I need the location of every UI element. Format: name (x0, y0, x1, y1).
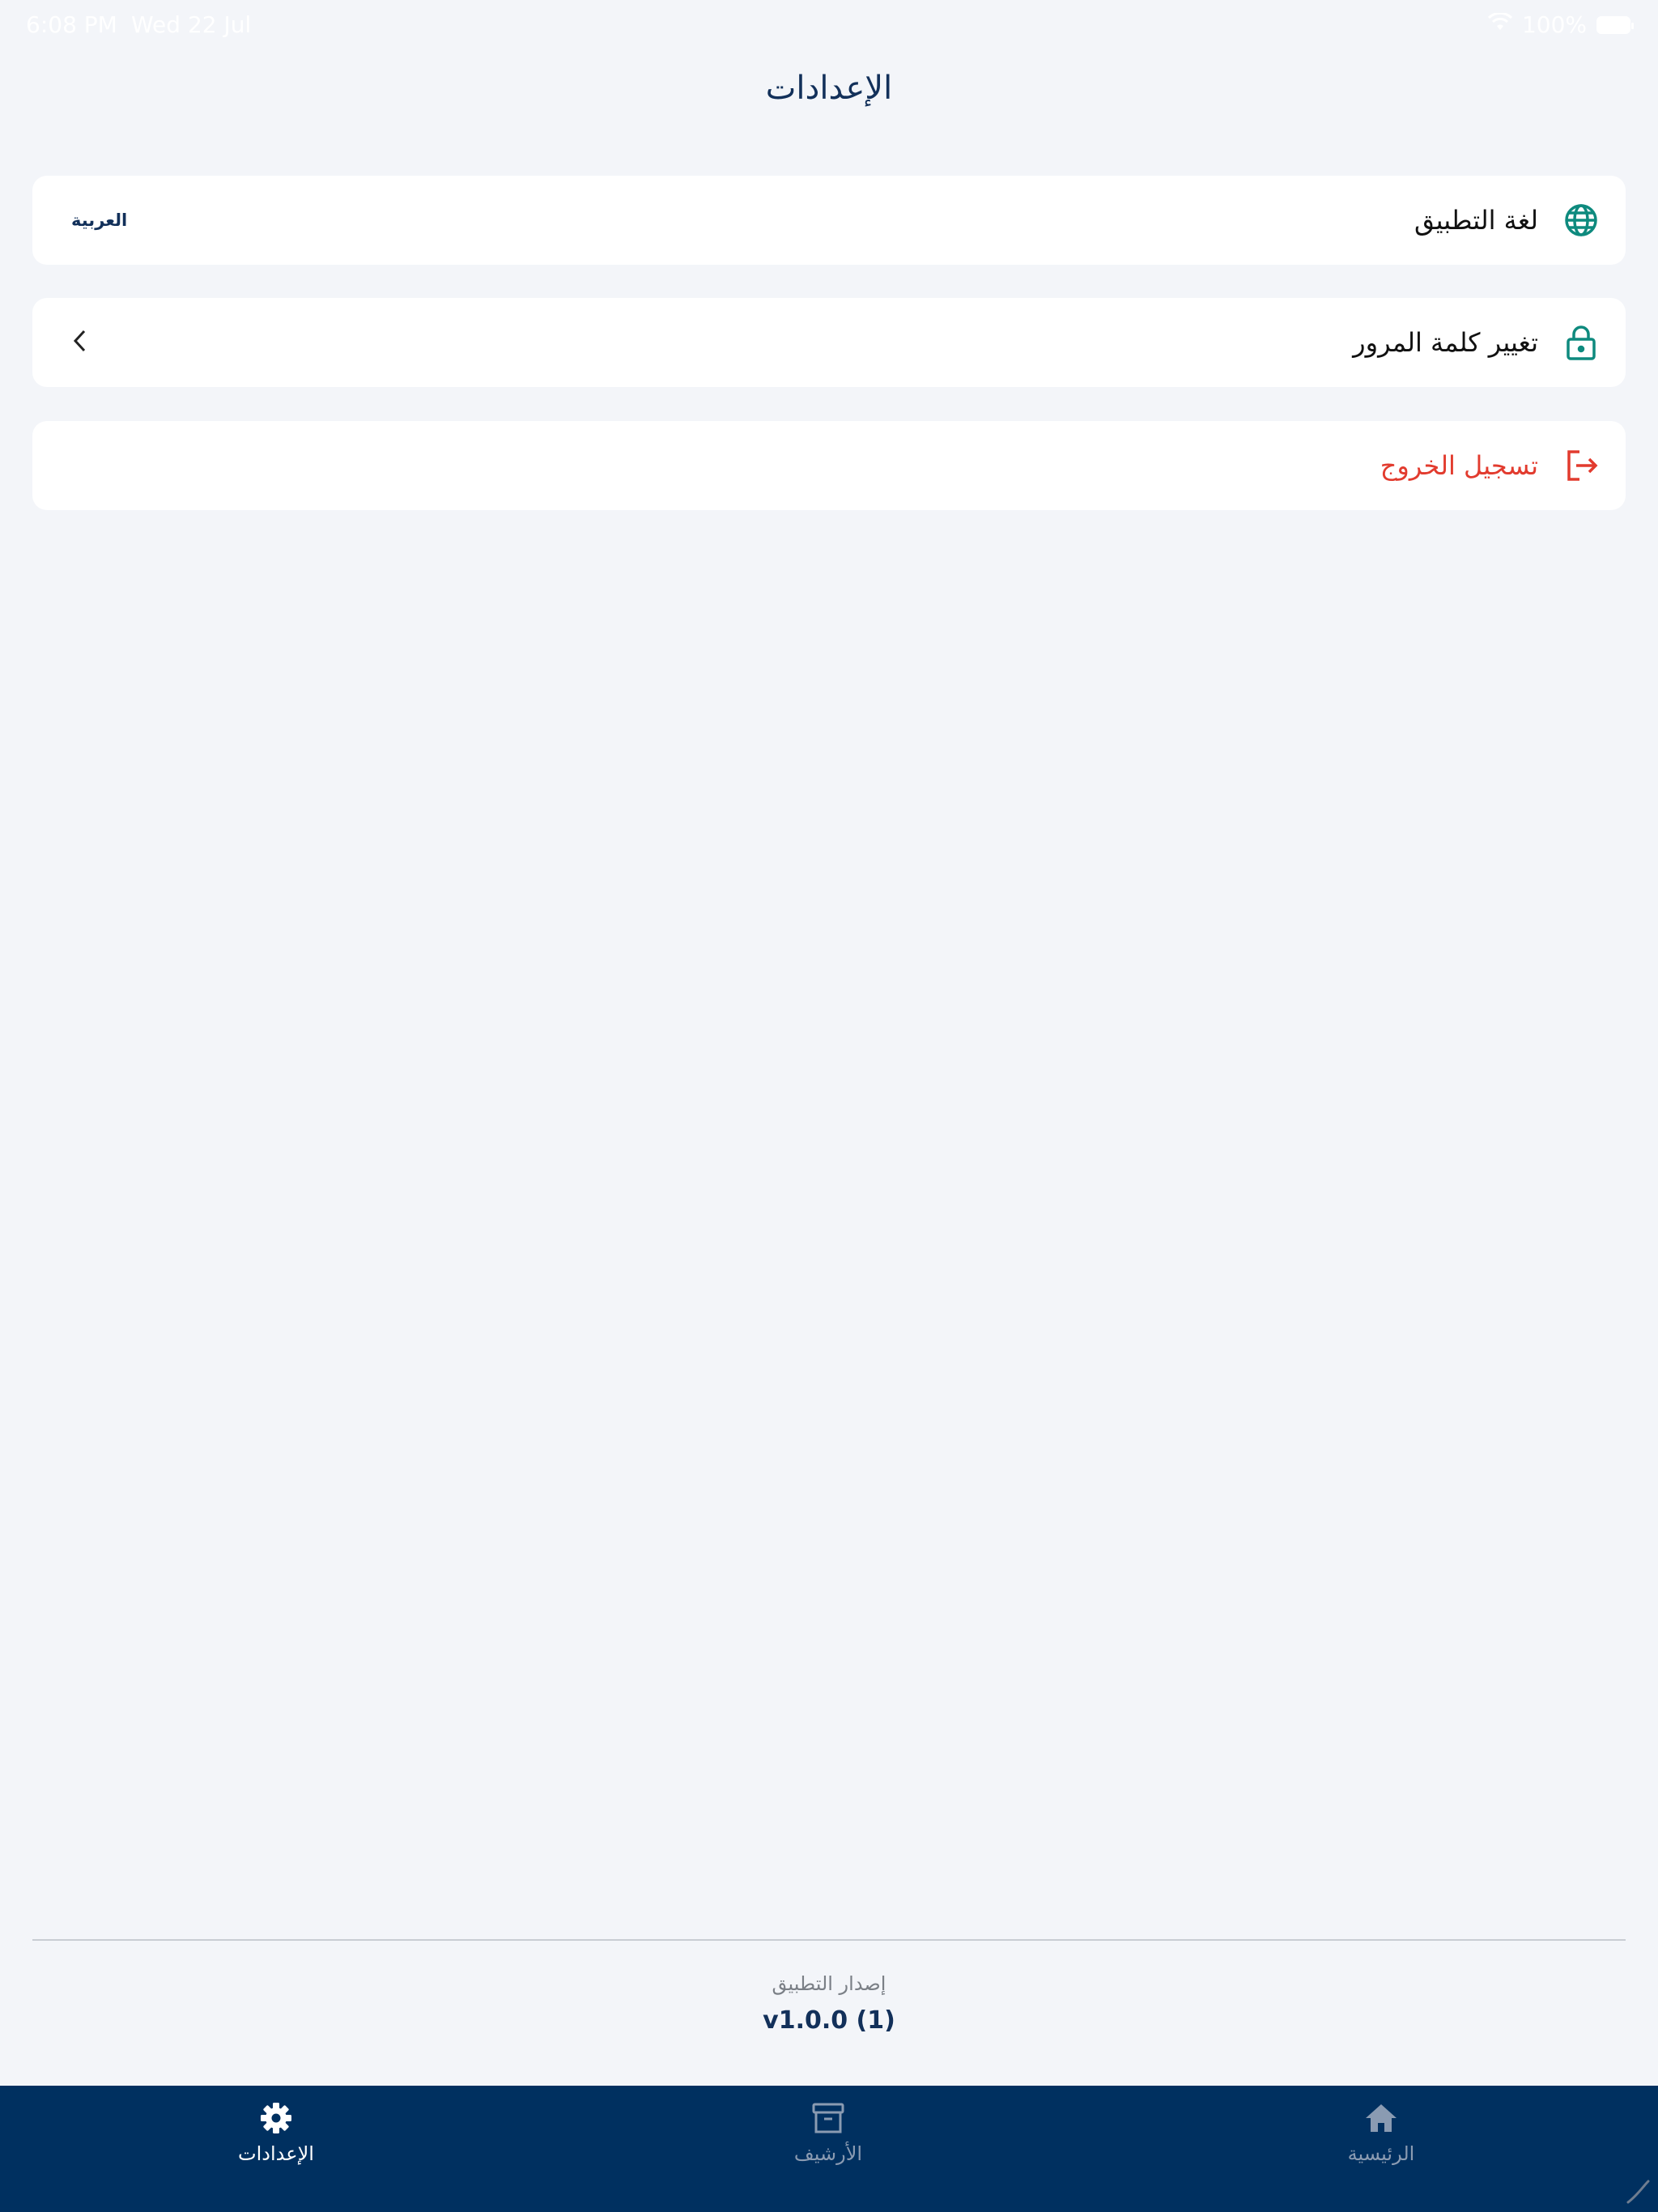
tab-home-label: الرئيسية (1347, 2142, 1415, 2165)
app-version-value: v1.0.0 (1) (763, 2006, 895, 2035)
gear-icon (258, 2100, 294, 2136)
logout-label: تسجيل الخروج (1380, 450, 1538, 481)
globe-icon (1562, 202, 1600, 239)
pencil-icon (1624, 2178, 1652, 2206)
tab-bar: الإعدادات الأرشيف الرئيسية (0, 2086, 1658, 2212)
tab-home[interactable]: الرئيسية (1276, 2100, 1486, 2181)
settings-screen: 6:08 PM Wed 22 Jul 100% الإعدادات لغة ال… (0, 0, 1658, 2212)
footer-divider (32, 1939, 1626, 1941)
status-time: 6:08 PM (26, 11, 117, 38)
tab-settings[interactable]: الإعدادات (171, 2100, 381, 2181)
tab-archive[interactable]: الأرشيف (723, 2100, 933, 2181)
status-right: 100% (1487, 11, 1634, 38)
status-bar: 6:08 PM Wed 22 Jul 100% (0, 0, 1658, 52)
battery-icon (1596, 15, 1634, 34)
tab-settings-label: الإعدادات (238, 2142, 314, 2165)
setting-row-language[interactable]: لغة التطبيق العربية (32, 176, 1626, 265)
wifi-icon (1487, 11, 1512, 38)
tab-archive-label: الأرشيف (793, 2142, 863, 2165)
chevron-left-icon (71, 328, 89, 357)
change-password-label: تغيير كلمة المرور (1353, 327, 1538, 358)
setting-row-logout[interactable]: تسجيل الخروج (32, 421, 1626, 510)
logout-icon (1562, 447, 1600, 484)
battery-percent: 100% (1521, 11, 1587, 38)
app-version-label: إصدار التطبيق (772, 1972, 886, 1995)
lock-icon (1562, 324, 1600, 361)
home-icon (1363, 2100, 1399, 2136)
language-label: لغة التطبيق (1414, 205, 1538, 236)
page-title: الإعدادات (765, 70, 893, 107)
archive-icon (810, 2100, 846, 2136)
language-value[interactable]: العربية (71, 211, 127, 230)
status-date: Wed 22 Jul (131, 11, 252, 38)
setting-row-change-password[interactable]: تغيير كلمة المرور (32, 298, 1626, 387)
